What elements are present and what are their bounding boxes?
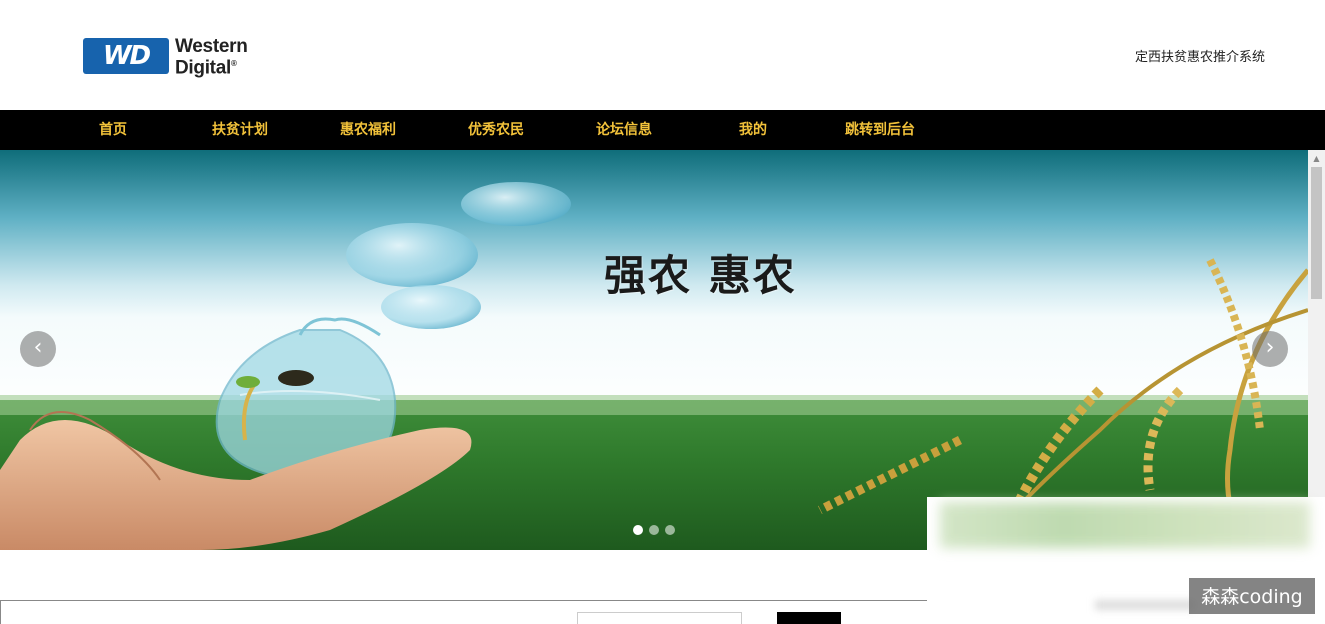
- logo-registered-mark: ®: [230, 59, 237, 68]
- carousel-dot-1[interactable]: [633, 525, 643, 535]
- nav-item-benefits[interactable]: 惠农福利: [340, 110, 396, 150]
- banner-image: [0, 150, 1308, 550]
- nav-item-home[interactable]: 首页: [99, 110, 127, 150]
- search-input[interactable]: [577, 612, 742, 624]
- nav-item-mine[interactable]: 我的: [739, 110, 767, 150]
- logo-wordmark: Western Digital®: [175, 36, 248, 79]
- carousel-dot-3[interactable]: [665, 525, 675, 535]
- banner-carousel: 强农 惠农 ‹ ›: [0, 150, 1308, 550]
- search-button[interactable]: [777, 612, 841, 624]
- banner-slogan: 强农 惠农: [604, 251, 797, 300]
- nav-item-forum[interactable]: 论坛信息: [596, 110, 652, 150]
- scroll-thumb[interactable]: [1311, 167, 1322, 299]
- nav-item-poverty-plan[interactable]: 扶贫计划: [212, 110, 268, 150]
- page: WD Western Digital® 定西扶贫惠农推介系统 首页 扶贫计划 惠…: [0, 0, 1325, 624]
- watermark: 森森coding: [1189, 578, 1315, 614]
- carousel-indicators: [633, 520, 681, 535]
- blurred-text: [1095, 600, 1195, 610]
- header: WD Western Digital® 定西扶贫惠农推介系统: [0, 0, 1325, 110]
- chevron-left-icon: ‹: [33, 335, 43, 360]
- site-title: 定西扶贫惠农推介系统: [1134, 50, 1265, 65]
- blurred-content: [940, 502, 1310, 548]
- logo-line-2: Digital: [175, 57, 231, 79]
- scroll-up-arrow-icon[interactable]: ▲: [1308, 150, 1325, 167]
- chevron-right-icon: ›: [1265, 335, 1275, 360]
- carousel-dot-2[interactable]: [649, 525, 659, 535]
- logo-line-1: Western: [175, 36, 248, 57]
- nav-item-farmers[interactable]: 优秀农民: [468, 110, 524, 150]
- logo-badge-text: WD: [102, 41, 151, 71]
- carousel-next-button[interactable]: ›: [1252, 331, 1288, 367]
- carousel-prev-button[interactable]: ‹: [20, 331, 56, 367]
- logo-badge: WD: [83, 38, 169, 74]
- nav-item-admin[interactable]: 跳转到后台: [845, 110, 915, 150]
- logo[interactable]: WD Western Digital®: [83, 36, 273, 79]
- main-nav: 首页 扶贫计划 惠农福利 优秀农民 论坛信息 我的 跳转到后台: [0, 110, 1325, 150]
